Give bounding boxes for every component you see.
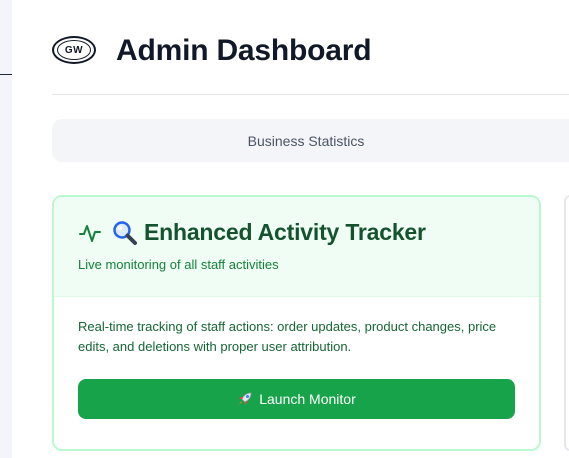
pulse-icon [78, 221, 102, 245]
card-subtitle: Live monitoring of all staff activities [78, 257, 279, 272]
tab-strip: Business Statistics [52, 119, 569, 162]
card-title-row: Enhanced Activity Tracker [78, 219, 426, 246]
page-header: GW Admin Dashboard [52, 32, 569, 76]
rocket-icon [237, 391, 253, 407]
magnifier-icon [112, 220, 138, 246]
page-title: Admin Dashboard [116, 34, 372, 67]
sidebar [0, 0, 12, 458]
logo: GW [52, 36, 96, 64]
logo-text: GW [64, 44, 84, 56]
next-card [564, 195, 569, 451]
card-header: Enhanced Activity Tracker Live monitorin… [54, 197, 539, 297]
tab-business-statistics[interactable]: Business Statistics [52, 119, 560, 162]
activity-tracker-card: Enhanced Activity Tracker Live monitorin… [52, 195, 541, 451]
header-divider [52, 94, 569, 95]
card-title: Enhanced Activity Tracker [144, 219, 426, 245]
launch-monitor-button[interactable]: Launch Monitor [78, 379, 515, 419]
card-description: Real-time tracking of staff actions: ord… [78, 319, 497, 354]
launch-monitor-label: Launch Monitor [259, 391, 356, 407]
sidebar-divider [0, 74, 12, 75]
